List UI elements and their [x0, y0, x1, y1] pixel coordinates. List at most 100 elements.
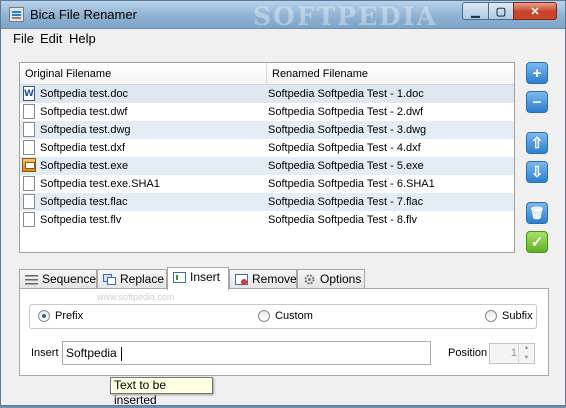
move-up-button[interactable]: ⇧ [526, 132, 548, 154]
position-label: Position [448, 347, 488, 359]
text-caret [120, 346, 122, 361]
original-filename: Softpedia test.doc [40, 88, 129, 100]
minus-icon: − [532, 93, 542, 111]
file-icon [23, 104, 35, 119]
position-value: 1 [510, 347, 517, 359]
arrow-up-icon: ⇧ [530, 135, 544, 152]
renamed-filename: Softpedia Softpedia Test - 4.dxf [268, 142, 421, 154]
renamed-filename: Softpedia Softpedia Test - 1.doc [268, 88, 424, 100]
stepper-up-icon[interactable]: ▲ [518, 344, 534, 353]
radio-subfix[interactable]: Subfix [485, 310, 533, 323]
menu-help[interactable]: Help [69, 31, 96, 46]
renamed-filename: Softpedia Softpedia Test - 7.flac [268, 196, 424, 208]
renamed-filename: Softpedia Softpedia Test - 6.SHA1 [268, 178, 435, 190]
arrow-down-icon: ⇩ [530, 164, 544, 181]
original-filename: Softpedia test.exe [40, 160, 129, 172]
tab-remove[interactable]: Remove [229, 269, 297, 289]
list-icon [25, 275, 38, 285]
radio-label: Subfix [502, 310, 533, 322]
table-row[interactable]: Softpedia test.dwf Softpedia Softpedia T… [20, 103, 514, 121]
maximize-icon: ▢ [495, 5, 507, 18]
insert-icon [173, 272, 186, 283]
tab-options[interactable]: Options [297, 269, 365, 289]
table-row[interactable]: Softpedia test.flac Softpedia Softpedia … [20, 193, 514, 211]
tab-replace[interactable]: Replace [97, 269, 167, 289]
radio-unselected-icon [258, 310, 270, 322]
tab-label: Insert [190, 270, 221, 284]
word-document-icon [23, 85, 35, 103]
trash-icon: 🗑 [529, 206, 545, 220]
table-row[interactable]: Softpedia test.exe.SHA1 Softpedia Softpe… [20, 175, 514, 193]
replace-icon [103, 274, 116, 285]
radio-selected-icon [38, 310, 50, 322]
radio-custom[interactable]: Custom [258, 310, 313, 323]
menu-edit[interactable]: Edit [40, 31, 62, 46]
file-icon [23, 140, 35, 155]
remove-icon [235, 274, 248, 285]
table-row[interactable]: Softpedia test.exe Softpedia Softpedia T… [20, 157, 514, 175]
original-filename: Softpedia test.exe.SHA1 [40, 178, 160, 190]
table-row[interactable]: Softpedia test.doc Softpedia Softpedia T… [20, 85, 514, 103]
original-filename: Softpedia test.flv [40, 214, 122, 226]
maximize-button[interactable]: ▢ [488, 2, 514, 20]
operation-tabs: Sequence Replace Insert Remove Options [19, 267, 549, 290]
menu-bar: File Edit Help [1, 29, 565, 48]
renamed-filename: Softpedia Softpedia Test - 8.flv [268, 214, 417, 226]
radio-unselected-icon [485, 310, 497, 322]
menu-file[interactable]: File [13, 31, 34, 46]
plus-icon: + [532, 64, 542, 82]
renamed-filename: Softpedia Softpedia Test - 2.dwf [268, 106, 424, 118]
radio-prefix[interactable]: Prefix [38, 310, 83, 323]
renamed-filename: Softpedia Softpedia Test - 5.exe [268, 160, 424, 172]
gear-icon [304, 274, 315, 285]
add-files-button[interactable]: + [526, 62, 548, 84]
original-filename: Softpedia test.dwg [40, 124, 131, 136]
table-row[interactable]: Softpedia test.flv Softpedia Softpedia T… [20, 211, 514, 229]
radio-label: Custom [275, 310, 313, 322]
insert-mode-group: Prefix Custom Subfix [29, 304, 537, 329]
table-row[interactable]: Softpedia test.dwg Softpedia Softpedia T… [20, 121, 514, 139]
softpedia-watermark: SOFTPEDIA [253, 2, 438, 31]
move-down-button[interactable]: ⇩ [526, 161, 548, 183]
original-filename: Softpedia test.dxf [40, 142, 125, 154]
insert-text-value: Softpedia [66, 346, 117, 360]
original-filename: Softpedia test.dwf [40, 106, 128, 118]
column-original-filename[interactable]: Original Filename [20, 63, 267, 84]
minimize-icon: ▁ [471, 5, 480, 18]
insert-label: Insert [31, 347, 59, 359]
close-icon: ✕ [530, 5, 540, 18]
close-button[interactable]: ✕ [513, 2, 557, 20]
title-bar[interactable]: Bica File Renamer SOFTPEDIA ▁ ▢ ✕ [1, 1, 565, 31]
file-icon [23, 194, 35, 209]
file-list[interactable]: Original Filename Renamed Filename Softp… [19, 62, 515, 253]
insert-tooltip: Text to be inserted [110, 377, 213, 407]
radio-label: Prefix [55, 310, 84, 322]
tab-insert[interactable]: Insert [167, 267, 229, 290]
executable-icon [22, 158, 36, 172]
table-row[interactable]: Softpedia test.dxf Softpedia Softpedia T… [20, 139, 514, 157]
app-icon [9, 7, 24, 22]
remove-files-button[interactable]: − [526, 91, 548, 113]
tab-label: Options [320, 272, 362, 286]
tab-label: Sequence [42, 272, 97, 286]
clear-list-button[interactable]: 🗑 [526, 202, 548, 224]
window-title: Bica File Renamer [30, 7, 137, 22]
file-icon [23, 122, 35, 137]
minimize-button[interactable]: ▁ [462, 2, 489, 20]
tab-label: Replace [120, 272, 165, 286]
file-list-header: Original Filename Renamed Filename [20, 63, 514, 85]
original-filename: Softpedia test.flac [40, 196, 128, 208]
check-icon: ✓ [530, 234, 544, 251]
file-icon [23, 212, 35, 227]
panel-watermark: www.softpedia.com [97, 292, 175, 302]
renamed-filename: Softpedia Softpedia Test - 3.dwg [268, 124, 427, 136]
stepper-down-icon[interactable]: ▼ [518, 354, 534, 363]
apply-rename-button[interactable]: ✓ [526, 231, 548, 253]
file-icon [23, 176, 35, 191]
main-window: Bica File Renamer SOFTPEDIA ▁ ▢ ✕ File E… [0, 0, 566, 407]
column-renamed-filename[interactable]: Renamed Filename [267, 63, 514, 84]
position-stepper[interactable]: 1 ▲ ▼ [489, 343, 535, 364]
tab-sequence[interactable]: Sequence [19, 269, 97, 289]
tab-label: Remove [252, 272, 297, 286]
insert-text-input[interactable]: Softpedia [62, 341, 431, 365]
